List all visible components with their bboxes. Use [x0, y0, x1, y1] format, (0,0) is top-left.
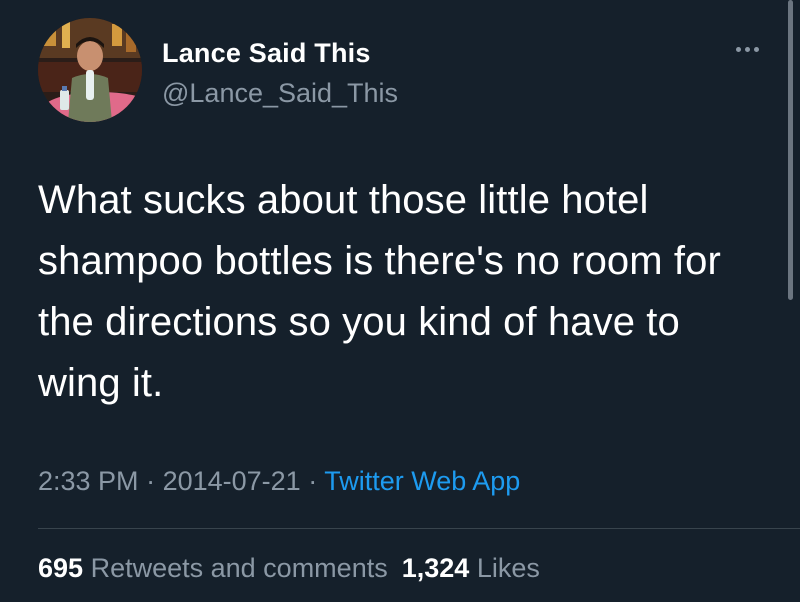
dot	[753, 46, 759, 52]
tweet-stats: 695 Retweets and comments 1,324 Likes	[38, 553, 540, 584]
likes-stat[interactable]: 1,324 Likes	[402, 553, 540, 583]
likes-label: Likes	[476, 553, 540, 583]
meta-separator: ·	[300, 466, 325, 496]
more-options-icon[interactable]	[727, 36, 767, 62]
divider	[38, 528, 800, 529]
avatar[interactable]	[38, 18, 142, 122]
tweet-text: What sucks about those little hotel sham…	[38, 178, 721, 405]
retweets-stat[interactable]: 695 Retweets and comments	[38, 553, 388, 583]
retweets-label: Retweets and comments	[90, 553, 388, 583]
tweet-card: Lance Said This @Lance_Said_This What su…	[0, 0, 800, 602]
tweet-time[interactable]: 2:33 PM	[38, 466, 139, 496]
scrollbar[interactable]	[788, 0, 793, 300]
tweet-date[interactable]: 2014-07-21	[163, 466, 301, 496]
tweet-meta: 2:33 PM · 2014-07-21 · Twitter Web App	[38, 466, 520, 497]
dot	[744, 46, 750, 52]
author-handle[interactable]: @Lance_Said_This	[162, 78, 398, 109]
author-name[interactable]: Lance Said This	[162, 38, 371, 69]
dot	[735, 46, 741, 52]
meta-separator: ·	[138, 466, 163, 496]
tweet-source-link[interactable]: Twitter Web App	[324, 466, 520, 496]
avatar-photo-icon	[38, 18, 142, 122]
likes-count: 1,324	[401, 553, 470, 583]
retweets-count: 695	[38, 553, 84, 583]
